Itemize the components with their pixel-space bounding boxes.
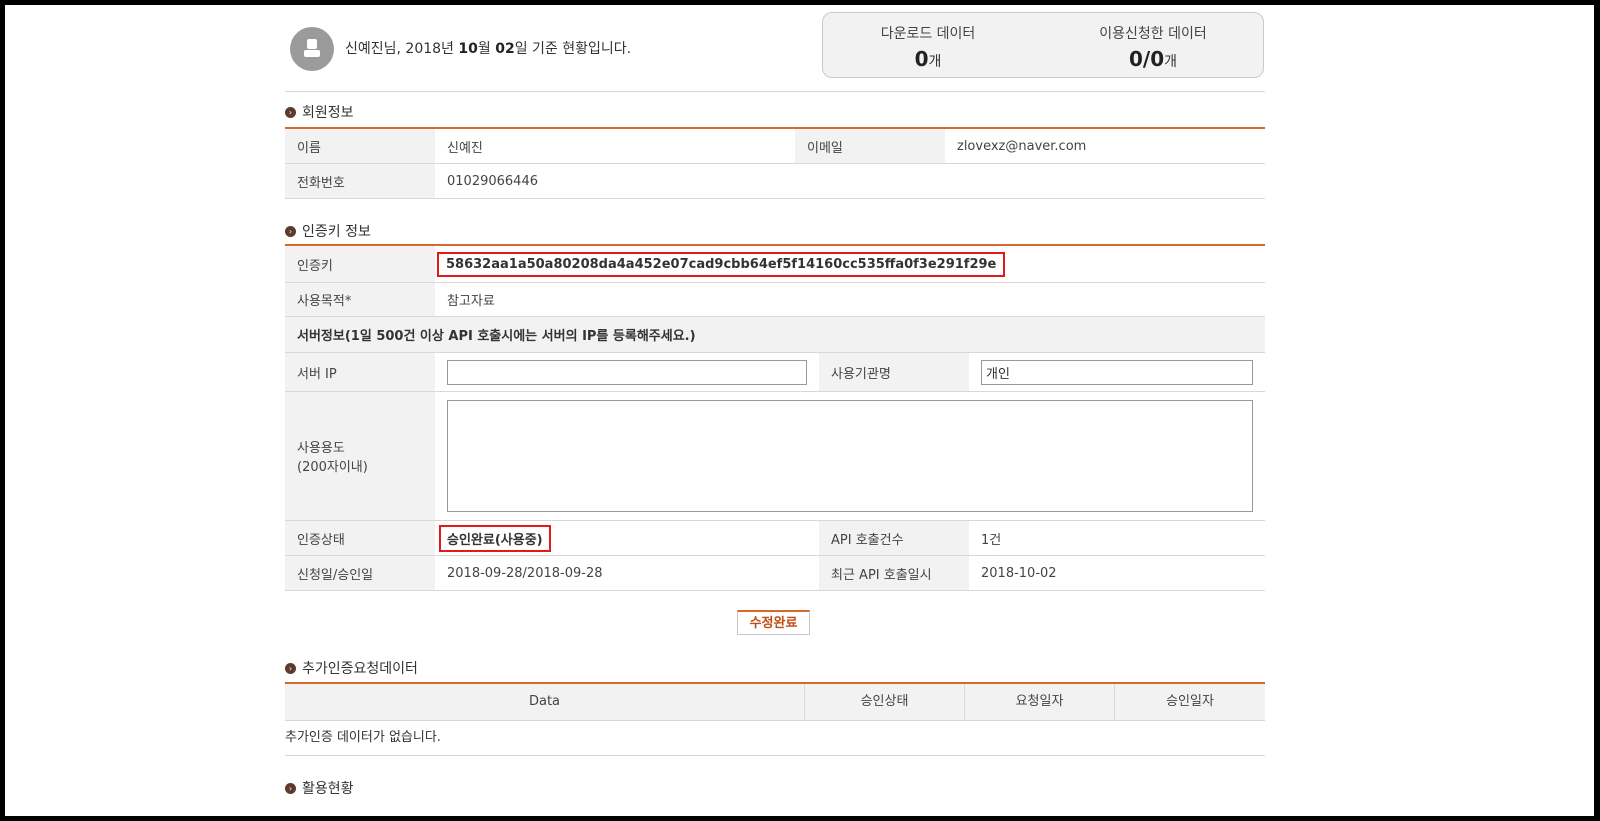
org-input[interactable]: 개인 — [981, 359, 1253, 385]
auth-key-value: 58632aa1a50a80208da4a452e07cad9cbb64ef5f… — [437, 251, 1006, 277]
key-label: 인증키 — [285, 246, 435, 282]
column-header-request-date: 요청일자 — [965, 684, 1115, 720]
server-ip-input[interactable] — [447, 359, 807, 385]
name-label: 이름 — [285, 129, 435, 163]
server-notice: 서버정보(1일 500건 이상 API 호출시에는 서버의 IP를 등록해주세요… — [285, 317, 1265, 352]
section-title-usage-text: 활용현황 — [302, 781, 354, 797]
chevron-right-icon: › — [285, 782, 296, 794]
stat-download-label: 다운로드 데이터 — [880, 26, 976, 42]
greeting-day: 02 — [495, 41, 515, 57]
section-title-extra: › 추가인증요청데이터 — [285, 658, 418, 678]
submit-button[interactable]: 수정완료 — [737, 610, 810, 635]
section-title-extra-text: 추가인증요청데이터 — [302, 661, 418, 677]
extra-empty-message: 추가인증 데이터가 없습니다. — [285, 721, 1265, 756]
authkey-row-key: 인증키 58632aa1a50a80208da4a452e07cad9cbb64… — [285, 246, 1265, 283]
email-label: 이메일 — [795, 129, 945, 163]
avatar — [290, 27, 334, 71]
usage-label: 사용용도 (200자이내) — [285, 392, 435, 520]
stat-download-value: 0 — [914, 47, 929, 71]
api-count-value: 1건 — [981, 532, 1002, 548]
org-cell: 개인 — [969, 353, 1265, 391]
usage-textarea[interactable] — [447, 400, 1253, 512]
server-ip-label: 서버 IP — [285, 353, 435, 391]
page-frame: 신예진님, 2018년 10월 02일 기준 현황입니다. 다운로드 데이터 0… — [5, 5, 1594, 816]
stat-download-unit: 개 — [928, 54, 942, 70]
greeting-prefix: 신예진님, 2018년 — [345, 41, 459, 57]
recent-call-value: 2018-10-02 — [981, 565, 1057, 581]
stats-panel: 다운로드 데이터 0개 이용신청한 데이터 0/0개 — [822, 12, 1264, 78]
authkey-row-purpose: 사용목적* 참고자료 — [285, 283, 1265, 317]
authkey-row-usage: 사용용도 (200자이내) — [285, 392, 1265, 521]
stat-requested-label: 이용신청한 데이터 — [1099, 26, 1207, 42]
date-value: 2018-09-28/2018-09-28 — [447, 565, 603, 581]
authkey-row-dates: 신청일/승인일 2018-09-28/2018-09-28 최근 API 호출일… — [285, 556, 1265, 591]
column-header-status: 승인상태 — [805, 684, 965, 720]
authkey-table: 인증키 58632aa1a50a80208da4a452e07cad9cbb64… — [285, 244, 1265, 591]
extra-table: Data 승인상태 요청일자 승인일자 추가인증 데이터가 없습니다. — [285, 682, 1265, 756]
purpose-label: 사용목적* — [285, 283, 435, 316]
greeting-text: 신예진님, 2018년 10월 02일 기준 현황입니다. — [345, 38, 631, 58]
status-cell: 승인완료(사용중) — [435, 521, 819, 555]
email-value: zlovexz@naver.com — [957, 138, 1087, 154]
member-row-name: 이름 신예진 이메일 zlovexz@naver.com — [285, 129, 1265, 164]
extra-table-header: Data 승인상태 요청일자 승인일자 — [285, 684, 1265, 721]
phone-label: 전화번호 — [285, 164, 435, 198]
member-row-phone: 전화번호 01029066446 — [285, 164, 1265, 199]
stat-requested-value: 0/0 — [1128, 47, 1165, 71]
section-title-authkey-text: 인증키 정보 — [302, 224, 371, 240]
chevron-right-icon: › — [285, 106, 296, 118]
phone-value: 01029066446 — [447, 173, 538, 189]
section-title-authkey: › 인증키 정보 — [285, 221, 371, 241]
date-label: 신청일/승인일 — [285, 556, 435, 590]
name-value: 신예진 — [447, 140, 483, 156]
greeting-suffix: 일 기준 현황입니다. — [514, 41, 632, 57]
stat-requested-unit: 개 — [1164, 54, 1178, 70]
chevron-right-icon: › — [285, 225, 296, 237]
section-title-member: › 회원정보 — [285, 102, 354, 122]
usage-cell — [435, 392, 1265, 520]
org-label: 사용기관명 — [819, 353, 969, 391]
status-label: 인증상태 — [285, 521, 435, 555]
authkey-row-server: 서버 IP 사용기관명 개인 — [285, 353, 1265, 392]
section-title-usage: › 활용현황 — [285, 778, 354, 798]
greeting-month: 10 — [458, 41, 478, 57]
authkey-row-status: 인증상태 승인완료(사용중) API 호출건수 1건 — [285, 521, 1265, 556]
usage-label-line1: 사용용도 — [297, 441, 345, 456]
user-icon — [304, 39, 320, 57]
usage-label-line2: (200자이내) — [297, 460, 368, 475]
stat-download: 다운로드 데이터 0개 — [823, 23, 1033, 71]
stat-requested: 이용신청한 데이터 0/0개 — [1048, 23, 1258, 71]
chevron-right-icon: › — [285, 662, 296, 674]
member-table: 이름 신예진 이메일 zlovexz@naver.com 전화번호 010290… — [285, 127, 1265, 199]
column-header-data: Data — [285, 684, 805, 720]
column-header-approval-date: 승인일자 — [1166, 694, 1214, 709]
purpose-value: 참고자료 — [447, 294, 495, 309]
server-ip-cell — [435, 353, 819, 391]
greeting-month-suffix: 월 — [477, 41, 496, 57]
key-cell: 58632aa1a50a80208da4a452e07cad9cbb64ef5f… — [435, 246, 1265, 282]
header-divider — [285, 91, 1265, 92]
status-value: 승인완료(사용중) — [439, 524, 551, 552]
recent-call-label: 최근 API 호출일시 — [819, 556, 969, 590]
section-title-member-text: 회원정보 — [302, 105, 354, 121]
api-count-label: API 호출건수 — [819, 521, 969, 555]
authkey-row-server-notice: 서버정보(1일 500건 이상 API 호출시에는 서버의 IP를 등록해주세요… — [285, 317, 1265, 353]
